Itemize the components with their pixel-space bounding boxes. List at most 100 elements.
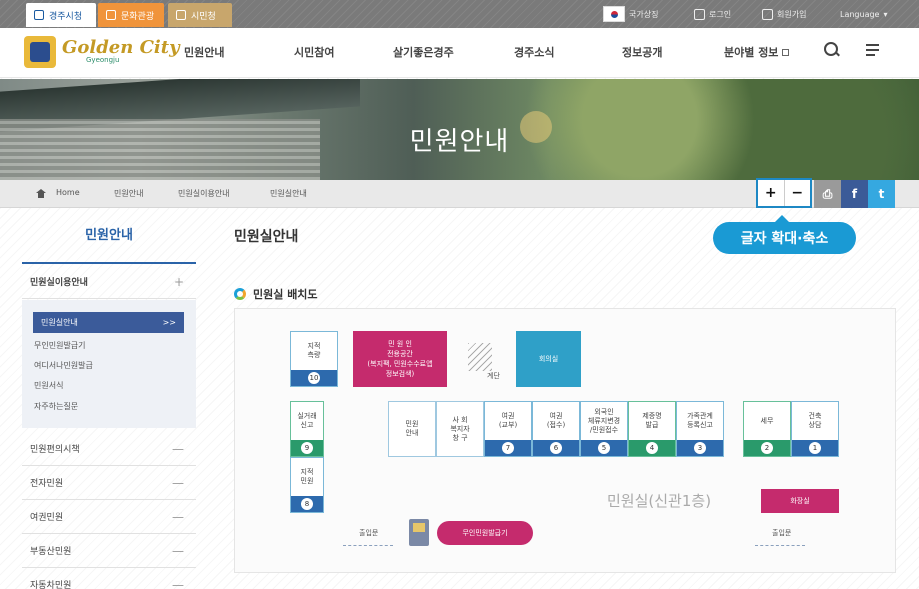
sidebar-title: 민원안내 xyxy=(85,228,133,243)
submenu-item[interactable]: 자주하는질문 xyxy=(34,401,78,412)
sidebar-item-label: 전자민원 xyxy=(30,479,64,489)
counter-label: 지적 민원 xyxy=(300,468,314,485)
nav-item-disclosure[interactable]: 정보공개 xyxy=(622,44,662,60)
login-link[interactable]: 로그인 xyxy=(694,6,731,22)
national-symbol-link[interactable]: 국가상징 xyxy=(603,6,658,22)
nav-item-news[interactable]: 경주소식 xyxy=(514,44,554,60)
hero-title: 민원안내 xyxy=(409,127,510,157)
sidebar-item-usage[interactable]: 민원실이용안내 + xyxy=(22,265,196,299)
counter-label: 외국인 체류지변경 /민원접수 xyxy=(587,407,621,434)
sidebar-item-label: 민원실이용안내 xyxy=(30,278,88,288)
breadcrumb-current[interactable]: 민원실안내 xyxy=(270,188,307,199)
counter-transaction: 실거래 신고 9 xyxy=(290,401,324,457)
nav-item-civil[interactable]: 민원안내 xyxy=(184,44,224,60)
counter-label: 지적 측량 xyxy=(307,342,321,359)
top-tab-label: 시민청 xyxy=(191,11,216,22)
print-icon[interactable]: ⎙ xyxy=(814,180,841,208)
counter-passport-intake: 여권 (접수) 6 xyxy=(532,401,580,457)
counter-label: 가족관계 등록신고 xyxy=(687,412,713,429)
counter-tax: 세무 2 xyxy=(743,401,791,457)
counter-info: 민원 안내 xyxy=(388,401,436,457)
breadcrumb-item[interactable]: 민원안내 xyxy=(114,188,143,199)
sidebar-item-label: 자동차민원 xyxy=(30,581,72,589)
kiosk-label[interactable]: 무인민원발급기 xyxy=(437,521,533,545)
counter-number: 6 xyxy=(550,442,562,454)
search-icon[interactable] xyxy=(822,40,842,60)
home-icon[interactable] xyxy=(36,189,46,198)
nav-item-living[interactable]: 살기좋은경주 xyxy=(393,44,454,60)
font-zoom-tooltip: 글자 확대·축소 xyxy=(713,215,856,254)
language-select[interactable]: Language ▾ xyxy=(840,6,888,22)
counter-number: 7 xyxy=(502,442,514,454)
breadcrumb-item[interactable]: 민원실이용안내 xyxy=(178,188,230,199)
sidebar-item-vehicle[interactable]: 자동차민원 — xyxy=(22,568,196,589)
counter-certificate: 제증명 발급 4 xyxy=(628,401,676,457)
language-label: Language xyxy=(840,9,880,19)
menu-icon[interactable] xyxy=(863,40,883,60)
lock-icon xyxy=(694,8,705,20)
counter-number: 8 xyxy=(301,498,313,510)
facebook-icon[interactable]: f xyxy=(841,180,868,208)
zoom-in-button[interactable]: + xyxy=(758,180,784,206)
double-chevron-icon: >> xyxy=(162,318,176,327)
sidebar-item-convenience[interactable]: 민원편의시책 — xyxy=(22,432,196,466)
section-bullet-icon xyxy=(234,288,246,300)
kiosk-icon xyxy=(409,519,429,546)
entrance-left-label: 출입문 xyxy=(359,529,379,537)
submenu-item[interactable]: 여디서나민원발급 xyxy=(34,360,93,371)
section-title-label: 민원실 배치도 xyxy=(253,288,318,301)
external-link-icon xyxy=(782,49,790,56)
sidebar-divider xyxy=(22,262,196,264)
counter-number: 10 xyxy=(308,372,320,384)
util-label: 로그인 xyxy=(709,9,732,19)
util-label: 국가상징 xyxy=(629,9,659,19)
top-tab-city-hall[interactable]: 경주시청 xyxy=(26,3,96,27)
submenu-item[interactable]: 민원서식 xyxy=(34,380,63,391)
submenu-item[interactable]: 무인민원발급기 xyxy=(34,340,86,351)
sidebar-item-electronic[interactable]: 전자민원 — xyxy=(22,466,196,500)
citizen-icon xyxy=(176,10,186,20)
submenu-item-active[interactable]: 민원실안내 >> xyxy=(33,312,184,333)
section-title: 민원실 배치도 xyxy=(234,286,318,302)
zoom-out-button[interactable]: − xyxy=(783,180,811,206)
logo-name: Golden City xyxy=(62,37,180,58)
join-link[interactable]: 회원가입 xyxy=(762,6,806,22)
restroom-block: 화장실 xyxy=(761,489,839,513)
site-logo[interactable]: Golden City Gyeongju xyxy=(24,36,180,68)
room-label: 민원실(신관1층) xyxy=(607,492,712,510)
sidebar-item-passport[interactable]: 여권민원 — xyxy=(22,500,196,534)
stairs-icon xyxy=(468,343,492,371)
counter-label: 여권 (접수) xyxy=(546,412,566,429)
minus-icon: — xyxy=(172,475,184,490)
counter-label: 세무 xyxy=(760,416,774,425)
minus-icon: — xyxy=(172,577,184,589)
sidebar-item-label: 여권민원 xyxy=(30,513,64,523)
page-title: 민원실안내 xyxy=(234,229,299,245)
submenu-label: 민원실안내 xyxy=(41,318,78,327)
user-icon xyxy=(762,8,773,20)
civil-lounge-block: 민 원 인 전용공간 (복지팩, 민원수수료앱 정보검색) xyxy=(353,331,447,387)
logo-emblem-icon xyxy=(24,36,56,68)
sidebar-submenu: 민원실안내 >> 무인민원발급기 여디서나민원발급 민원서식 자주하는질문 xyxy=(22,300,196,428)
plus-icon: + xyxy=(173,274,184,289)
top-tab-label: 경주시청 xyxy=(49,11,83,22)
caret-down-icon: ▾ xyxy=(883,9,888,19)
counter-label: 여권 (교부) xyxy=(498,412,518,429)
counter-passport-issue: 여권 (교부) 7 xyxy=(484,401,532,457)
minus-icon: — xyxy=(172,509,184,524)
twitter-icon[interactable]: t xyxy=(868,180,895,208)
top-tab-culture[interactable]: 문화관광 xyxy=(98,3,164,27)
culture-icon xyxy=(106,10,116,20)
nav-item-participation[interactable]: 시민참여 xyxy=(294,44,334,60)
korean-flag-icon xyxy=(603,6,625,22)
sidebar-item-realestate[interactable]: 부동산민원 — xyxy=(22,534,196,568)
entrance-arrow xyxy=(343,545,393,547)
breadcrumb-home[interactable]: Home xyxy=(56,188,80,197)
sidebar-item-label: 부동산민원 xyxy=(30,547,72,557)
home-icon xyxy=(34,10,44,20)
font-zoom-control: + − xyxy=(756,178,812,208)
nav-item-field-info[interactable]: 분야별 정보 xyxy=(724,44,790,60)
counter-welfare: 사 회 복지자 창 구 xyxy=(436,401,484,457)
top-tab-citizen[interactable]: 시민청 xyxy=(168,3,232,27)
top-utility-bar: 경주시청 문화관광 시민청 국가상징 로그인 회원가입 Language ▾ xyxy=(0,0,919,28)
